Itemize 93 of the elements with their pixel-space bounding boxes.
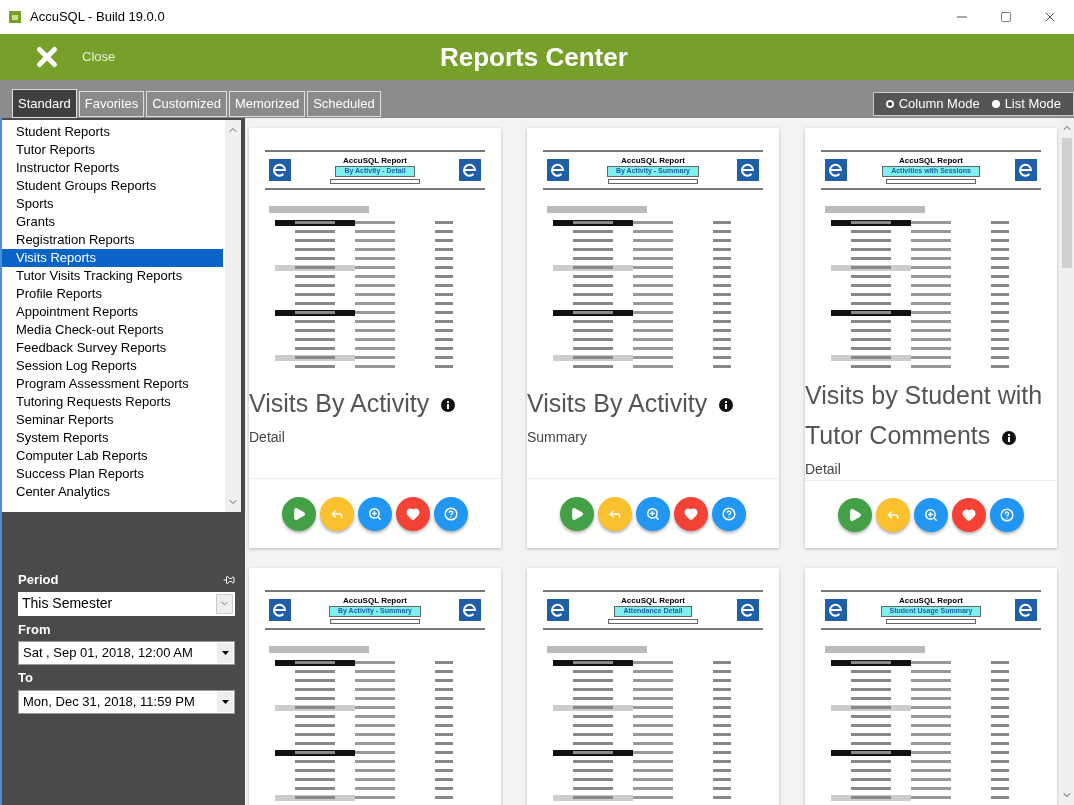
report-title: Visits By Activity <box>527 383 779 423</box>
logo-icon <box>547 158 569 181</box>
tab[interactable]: Standard <box>12 89 77 118</box>
reply-button[interactable] <box>598 496 632 531</box>
zoom-in-icon <box>924 507 938 522</box>
scroll-thumb[interactable] <box>1062 138 1072 268</box>
favorite-button[interactable] <box>396 496 430 531</box>
help-icon <box>1000 507 1014 522</box>
category-item[interactable]: Tutoring Requests Reports <box>2 393 223 411</box>
logo-icon <box>459 158 481 181</box>
category-item[interactable]: Visits Reports <box>2 249 223 267</box>
category-item[interactable]: Instructor Reports <box>2 159 223 177</box>
logo-icon <box>737 158 759 181</box>
heart-icon <box>684 506 698 521</box>
date-field[interactable]: Mon, Dec 31, 2018, 11:59 PM <box>18 689 235 714</box>
play-icon <box>848 507 862 522</box>
reply-button[interactable] <box>876 497 910 532</box>
lock-icon <box>8 10 22 24</box>
info-icon[interactable] <box>719 398 734 413</box>
report-subtitle: Detail <box>805 460 842 480</box>
preview-heading: AccuSQL Report <box>621 156 685 166</box>
category-item[interactable]: Appointment Reports <box>2 303 223 321</box>
logo-icon <box>825 598 847 621</box>
category-item[interactable]: Registration Reports <box>2 231 223 249</box>
logo-icon <box>269 158 291 181</box>
pin-icon[interactable] <box>223 573 235 586</box>
preview-heading: AccuSQL Report <box>621 596 685 606</box>
preview-heading: AccuSQL Report <box>343 156 407 166</box>
category-item[interactable]: Seminar Reports <box>2 411 223 429</box>
list-scrollbar[interactable] <box>225 120 241 512</box>
preview-heading: AccuSQL Report <box>899 596 963 606</box>
category-item[interactable]: Grants <box>2 213 223 231</box>
reply-button[interactable] <box>320 496 354 531</box>
category-item[interactable]: Feedback Survey Reports <box>2 339 223 357</box>
favorite-button[interactable] <box>674 496 708 531</box>
run-button[interactable] <box>560 496 594 531</box>
report-title: Visits by Student with Tutor Comments <box>805 380 1044 452</box>
heart-icon <box>406 506 420 521</box>
dropdown-icon <box>221 699 229 704</box>
field-label: From <box>18 620 52 639</box>
category-item[interactable]: Media Check-out Reports <box>2 321 223 339</box>
view-mode-radio[interactable]: Column Mode <box>885 94 980 114</box>
help-icon <box>444 506 458 521</box>
run-button[interactable] <box>838 497 872 532</box>
maximize-icon[interactable] <box>1000 11 1012 23</box>
play-icon <box>292 506 306 521</box>
logo-icon <box>547 598 569 621</box>
report-subtitle: Detail <box>249 428 286 447</box>
category-item[interactable]: Center Analytics <box>2 483 223 501</box>
category-item[interactable]: Sports <box>2 195 223 213</box>
category-item[interactable]: Student Groups Reports <box>2 177 223 195</box>
category-item[interactable]: Session Log Reports <box>2 357 223 375</box>
category-item[interactable]: System Reports <box>2 429 223 447</box>
category-item[interactable]: Tutor Visits Tracking Reports <box>2 267 223 285</box>
category-item[interactable]: Computer Lab Reports <box>2 447 223 465</box>
view-mode-radio[interactable]: List Mode <box>991 94 1061 114</box>
category-item[interactable]: Tutor Reports <box>2 141 223 159</box>
zoom-in-icon <box>368 506 382 521</box>
report-title: Visits By Activity <box>249 383 501 423</box>
zoom-button[interactable] <box>636 496 670 531</box>
field-label: Period <box>18 571 59 589</box>
category-item[interactable]: Profile Reports <box>2 285 223 303</box>
help-button[interactable] <box>990 497 1024 532</box>
zoom-button[interactable] <box>358 496 392 531</box>
category-item[interactable]: Student Reports <box>2 123 223 141</box>
zoom-in-icon <box>646 506 660 521</box>
help-icon <box>722 506 736 521</box>
logo-icon <box>1015 158 1037 181</box>
preview-heading: AccuSQL Report <box>343 596 407 606</box>
date-field[interactable]: Sat , Sep 01, 2018, 12:00 AM <box>18 641 235 665</box>
info-icon[interactable] <box>441 398 456 413</box>
window-title: AccuSQL - Build 19.0.0 <box>30 8 165 27</box>
play-icon <box>570 506 584 521</box>
logo-icon <box>269 598 291 621</box>
info-icon[interactable] <box>1002 430 1017 445</box>
logo-icon <box>737 598 759 621</box>
field-label: To <box>18 669 34 687</box>
logo-icon <box>1015 598 1037 621</box>
preview-heading: AccuSQL Report <box>899 156 963 166</box>
heart-icon <box>962 507 976 522</box>
zoom-button[interactable] <box>914 497 948 532</box>
logo-icon <box>459 598 481 621</box>
period-select[interactable]: This Semester <box>18 591 235 616</box>
favorite-button[interactable] <box>952 497 986 532</box>
run-button[interactable] <box>282 496 316 531</box>
category-item[interactable]: Success Plan Reports <box>2 465 223 483</box>
dropdown-icon <box>221 651 229 655</box>
help-button[interactable] <box>434 496 468 531</box>
page-title: Reports Center <box>440 40 628 74</box>
logo-icon <box>825 158 847 181</box>
help-button[interactable] <box>712 496 746 531</box>
report-subtitle: Summary <box>527 428 588 447</box>
category-item[interactable]: Program Assessment Reports <box>2 375 223 393</box>
